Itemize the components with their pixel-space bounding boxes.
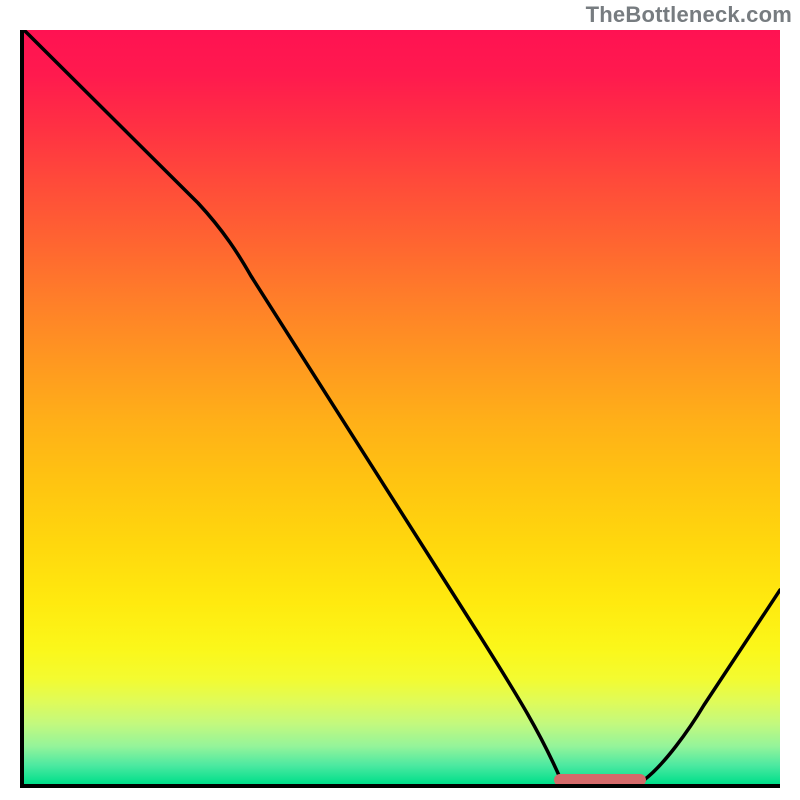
bottleneck-curve-line (24, 30, 780, 780)
chart-container: TheBottleneck.com (0, 0, 800, 800)
watermark-text: TheBottleneck.com (586, 2, 792, 28)
chart-overlay (24, 30, 780, 784)
plot-area (20, 30, 780, 788)
optimal-range-marker (554, 774, 646, 784)
